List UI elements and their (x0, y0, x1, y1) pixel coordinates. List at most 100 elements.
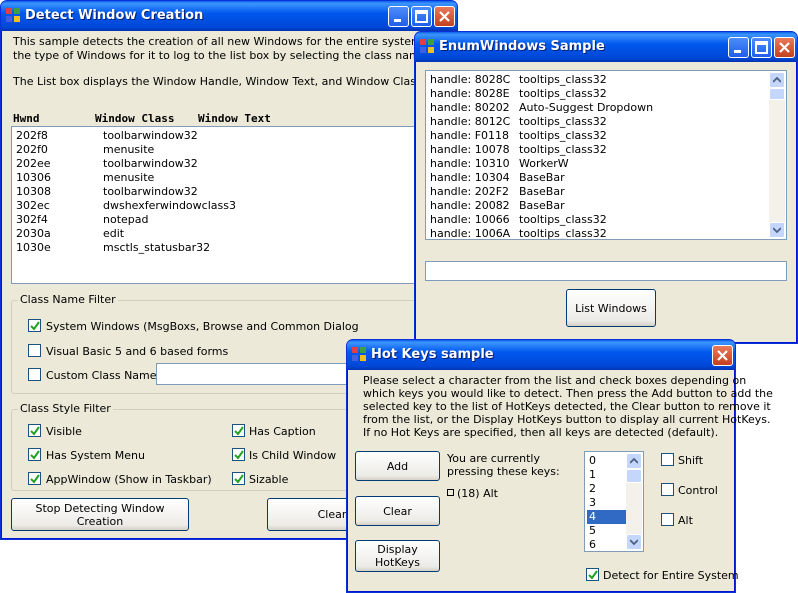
vb-forms-checkbox[interactable] (28, 344, 41, 357)
has-caption-checkbox[interactable] (232, 424, 245, 437)
display-hotkeys-button[interactable]: Display HotKeys (355, 540, 440, 572)
add-hotkey-button[interactable]: Add (355, 451, 440, 481)
minimize-button[interactable] (388, 6, 409, 27)
maximize-button[interactable] (411, 6, 432, 27)
instructions-line-1: Please select a character from the list … (363, 374, 747, 387)
enum-window: EnumWindows Sample handle: 8028C tooltips… (414, 31, 798, 344)
list-item[interactable]: 6 (587, 538, 627, 551)
instructions-line-4: from the list, or the Display HotKeys bu… (363, 413, 771, 426)
scroll-down-arrow[interactable] (769, 222, 785, 238)
list-item[interactable]: 0 (587, 454, 627, 468)
sizable-label: Sizable (249, 473, 289, 486)
pressing-label-2: pressing these keys: (447, 465, 560, 478)
close-button[interactable] (774, 37, 795, 58)
instructions-line-3: selected key to the list of HotKeys dete… (363, 400, 771, 413)
window-title: Detect Window Creation (25, 8, 204, 23)
list-item[interactable]: 2 (587, 482, 627, 496)
key-bullet-icon (447, 489, 454, 496)
list-windows-button[interactable]: List Windows (566, 289, 656, 327)
entire-system-label: Detect for Entire System (603, 569, 739, 582)
list-item[interactable]: 302ec dwshexferwindowclass3 (16, 199, 236, 213)
list-item[interactable]: 3 (587, 496, 627, 510)
list-item[interactable]: handle: 20082 BaseBar (430, 199, 565, 213)
list-item[interactable]: handle: 1006A tooltips_class32 (430, 227, 607, 239)
close-button[interactable] (712, 345, 733, 366)
hotkeys-window: Hot Keys sample Please select a characte… (346, 339, 773, 593)
list-item[interactable]: handle: 8028C tooltips_class32 (430, 73, 607, 87)
instructions-line-5: If no Hot Keys are specified, then all k… (363, 426, 719, 439)
list-item[interactable]: 5 (587, 524, 627, 538)
display-hotkeys-label-1: Display (377, 543, 418, 556)
list-item-selected[interactable]: 4 (587, 510, 627, 524)
scroll-down-arrow[interactable] (626, 534, 642, 550)
description-line-2: the type of Windows for it to log to the… (13, 49, 477, 62)
stop-detecting-button[interactable]: Stop Detecting Window Creation (11, 498, 189, 531)
clear-hotkey-button[interactable]: Clear (355, 496, 440, 526)
visible-checkbox[interactable] (28, 424, 41, 437)
system-menu-checkbox[interactable] (28, 448, 41, 461)
window-log-listbox[interactable]: 202f8 toolbarwindow32 202f0 menusite 202ee… (11, 126, 431, 284)
list-item[interactable]: handle: F0118 tooltips_class32 (430, 129, 607, 143)
has-caption-label: Has Caption (249, 425, 316, 438)
list-item[interactable]: 202ee toolbarwindow32 (16, 157, 198, 171)
instructions-line-2: which keys you would like to detect. The… (363, 387, 773, 400)
list-item[interactable]: 2030a edit (16, 227, 124, 241)
group-title: Class Style Filter (18, 402, 113, 415)
list-item[interactable]: 10308 toolbarwindow32 (16, 185, 198, 199)
minimize-button[interactable] (728, 37, 749, 58)
enum-titlebar[interactable]: EnumWindows Sample (415, 32, 797, 62)
scroll-up-arrow[interactable] (769, 72, 785, 88)
alt-checkbox[interactable] (661, 513, 674, 526)
list-item[interactable]: 1 (587, 468, 627, 482)
control-checkbox[interactable] (661, 483, 674, 496)
shift-checkbox[interactable] (661, 453, 674, 466)
pressing-label-1: You are currently (447, 452, 540, 465)
enum-windows-listbox[interactable]: handle: 8028C tooltips_class32 handle: 80… (425, 70, 787, 240)
child-window-checkbox[interactable] (232, 448, 245, 461)
character-listbox[interactable]: 0 1 2 3 4 5 6 (584, 451, 644, 552)
scroll-thumb[interactable] (769, 88, 785, 100)
system-windows-checkbox[interactable] (28, 319, 41, 332)
system-windows-label: System Windows (MsgBoxs, Browse and Comm… (46, 320, 359, 333)
hotkeys-titlebar[interactable]: Hot Keys sample (347, 340, 735, 370)
column-header-text: Window Text (198, 112, 271, 125)
vertical-scrollbar[interactable] (626, 453, 642, 550)
pressed-key-entry: (18) Alt (457, 487, 498, 500)
list-item[interactable]: 202f0 menusite (16, 143, 154, 157)
system-menu-label: Has System Menu (46, 449, 145, 462)
custom-class-checkbox[interactable] (28, 368, 41, 381)
entire-system-checkbox[interactable] (586, 568, 599, 581)
vb-forms-label: Visual Basic 5 and 6 based forms (46, 345, 229, 358)
list-item[interactable]: handle: 80202 Auto-Suggest Dropdown (430, 101, 653, 115)
display-hotkeys-label-2: HotKeys (375, 556, 420, 569)
scroll-up-arrow[interactable] (626, 453, 642, 469)
list-item[interactable]: handle: 10310 WorkerW (430, 157, 569, 171)
app-icon (352, 347, 367, 362)
app-icon (6, 8, 21, 23)
list-item[interactable]: handle: 10304 BaseBar (430, 171, 565, 185)
appwindow-checkbox[interactable] (28, 472, 41, 485)
alt-label: Alt (678, 514, 693, 527)
column-header-hwnd: Hwnd (13, 112, 40, 125)
list-item[interactable]: handle: 10078 tooltips_class32 (430, 143, 607, 157)
list-item[interactable]: 1030e msctls_statusbar32 (16, 241, 210, 255)
child-window-label: Is Child Window (249, 449, 337, 462)
detect-titlebar[interactable]: Detect Window Creation (1, 1, 457, 31)
app-icon (420, 39, 435, 54)
scroll-thumb[interactable] (626, 469, 642, 483)
list-item[interactable]: 10306 menusite (16, 171, 154, 185)
maximize-button[interactable] (751, 37, 772, 58)
close-button[interactable] (434, 6, 455, 27)
list-item[interactable]: handle: 202F2 BaseBar (430, 185, 565, 199)
list-item[interactable]: handle: 10066 tooltips_class32 (430, 213, 607, 227)
sizable-checkbox[interactable] (232, 472, 245, 485)
appwindow-label: AppWindow (Show in Taskbar) (46, 473, 212, 486)
enum-text-field[interactable] (425, 261, 787, 281)
vertical-scrollbar[interactable] (769, 72, 785, 238)
list-item[interactable]: 302f4 notepad (16, 213, 149, 227)
list-item[interactable]: handle: 8012C tooltips_class32 (430, 115, 607, 129)
list-item[interactable]: handle: 8028E tooltips_class32 (430, 87, 607, 101)
description-line-1: This sample detects the creation of all … (13, 35, 471, 48)
list-item[interactable]: 202f8 toolbarwindow32 (16, 129, 198, 143)
custom-class-label: Custom Class Name (46, 369, 157, 382)
